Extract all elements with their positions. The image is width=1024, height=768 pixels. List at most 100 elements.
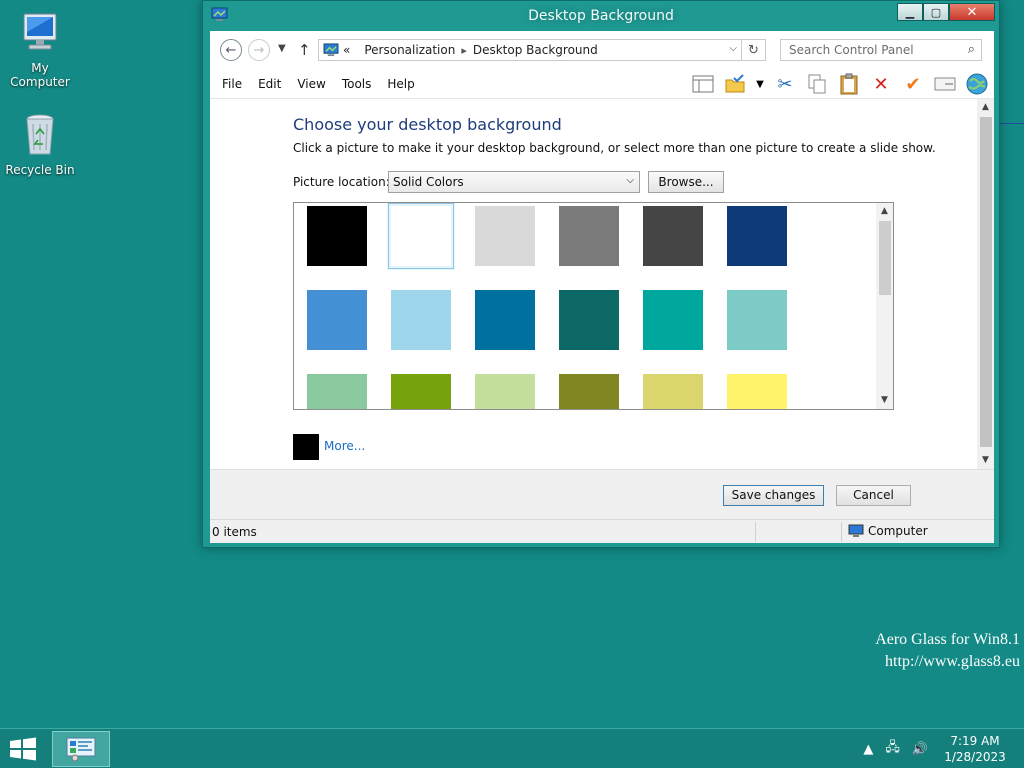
color-swatch-grid: ▲ ▼ [293,202,894,410]
more-link[interactable]: More... [324,439,365,453]
folder-options-dropdown[interactable]: ▼ [754,71,766,97]
status-divider [841,522,842,542]
recycle-bin-icon [26,114,54,155]
color-swatch[interactable] [391,374,451,409]
color-swatch[interactable] [475,206,535,266]
menu-help[interactable]: Help [379,77,422,91]
menu-edit[interactable]: Edit [250,77,289,91]
clock[interactable]: 7:19 AM 1/28/2023 [940,733,1010,765]
cut-button[interactable]: ✂ [772,71,798,97]
scroll-up-icon[interactable]: ▲ [977,99,994,116]
color-swatch[interactable] [727,206,787,266]
control-panel-icon [66,737,96,762]
color-swatch[interactable] [643,374,703,409]
color-swatch[interactable] [475,290,535,350]
clock-date: 1/28/2023 [944,750,1006,764]
details-icon [934,77,956,91]
desktop-icon-label: My Computer [10,61,70,89]
content-scrollbar[interactable]: ▲ ▼ [977,99,994,469]
computer-icon [848,524,864,537]
color-swatch[interactable] [559,206,619,266]
status-location: Computer [848,524,928,538]
toolbar: ▼ ✂ ✕ ✔ [690,71,990,97]
computer-icon [23,13,57,50]
window-client: ← → ▼ ↑ « Personalization ▸ Desktop Back… [210,31,994,543]
refresh-icon: ↻ [748,42,759,58]
cancel-button[interactable]: Cancel [836,485,911,506]
browse-button[interactable]: Browse... [648,171,724,193]
search-placeholder: Search Control Panel [789,43,914,57]
desktop-icon-my-computer[interactable]: My Computer [0,8,80,89]
chevron-right-icon: ▸ [461,43,467,57]
maximize-button[interactable]: ▢ [923,3,949,21]
scroll-thumb[interactable] [980,117,992,447]
grid-scrollbar[interactable]: ▲ ▼ [876,203,893,409]
network-icon[interactable]: 🖧 [885,738,900,760]
scroll-down-icon[interactable]: ▼ [977,452,994,469]
maximize-icon: ▢ [930,5,942,19]
picture-location-select[interactable]: Solid Colors ⌵ [388,171,640,193]
delete-button[interactable]: ✕ [868,71,894,97]
menu-view[interactable]: View [289,77,333,91]
breadcrumb-personalization[interactable]: Personalization [364,43,455,57]
color-swatch[interactable] [643,290,703,350]
system-tray: ▲ 🖧 🔊 7:19 AM 1/28/2023 [863,729,1024,768]
globe-button[interactable] [964,71,990,97]
paste-button[interactable] [836,71,862,97]
desktop-background-window: Desktop Background ▁ ▢ ✕ ← → ▼ ↑ « Perso… [202,0,1000,548]
details-button[interactable] [932,71,958,97]
color-swatch[interactable] [559,374,619,409]
menu-tools[interactable]: Tools [334,77,380,91]
address-dropdown-icon[interactable]: ⌵ [729,43,737,54]
color-swatch[interactable] [307,206,367,266]
color-swatch-selected[interactable] [388,203,454,269]
color-swatch[interactable] [727,290,787,350]
color-swatch[interactable] [643,206,703,266]
color-swatch[interactable] [475,374,535,409]
properties-button[interactable]: ✔ [900,71,926,97]
refresh-button[interactable]: ↻ [742,39,766,61]
volume-icon[interactable]: 🔊 [912,742,928,757]
copy-button[interactable] [804,71,830,97]
page-heading: Choose your desktop background [293,115,562,134]
color-swatch[interactable] [559,290,619,350]
taskbar-control-panel-button[interactable] [52,731,110,767]
breadcrumb-desktop-background[interactable]: Desktop Background [473,43,598,57]
address-bar[interactable]: « Personalization ▸ Desktop Background ⌵ [318,39,742,61]
scroll-thumb[interactable] [879,221,891,295]
content-area: Choose your desktop background Click a p… [210,99,994,469]
globe-icon [966,73,988,95]
color-swatch[interactable] [307,374,367,409]
scroll-up-icon[interactable]: ▲ [876,203,893,220]
status-divider [755,522,756,542]
scroll-down-icon[interactable]: ▼ [876,392,893,409]
search-input[interactable]: Search Control Panel ⌕ [780,39,982,61]
layout-pane-button[interactable] [690,71,716,97]
windows-start-icon[interactable] [8,737,38,761]
minimize-icon: ▁ [905,5,915,19]
watermark-line-1: Aero Glass for Win8.1 [875,631,1020,648]
color-swatch[interactable] [727,374,787,409]
checkmark-icon: ✔ [905,73,921,95]
title-bar[interactable]: Desktop Background ▁ ▢ ✕ [203,1,999,31]
watermark: Aero Glass for Win8.1 http://www.glass8.… [875,629,1020,673]
recent-locations-button[interactable]: ▼ [278,43,286,54]
minimize-button[interactable]: ▁ [897,3,923,21]
chevron-down-icon: ▼ [756,78,764,90]
back-button[interactable]: ← [220,39,242,61]
folder-options-button[interactable] [722,71,748,97]
more-color-swatch[interactable] [293,434,319,460]
color-swatch[interactable] [307,290,367,350]
up-button[interactable]: ↑ [298,41,311,59]
layout-pane-icon [692,75,714,93]
color-swatch[interactable] [391,290,451,350]
status-item-count: 0 items [212,525,257,539]
show-hidden-icons-button[interactable]: ▲ [863,742,873,757]
save-changes-button[interactable]: Save changes [723,485,824,506]
menu-file[interactable]: File [214,77,250,91]
close-button[interactable]: ✕ [949,3,995,21]
desktop-icon-recycle-bin[interactable]: Recycle Bin [0,110,80,177]
desktop-icon-label: Recycle Bin [5,163,75,177]
search-icon: ⌕ [967,42,975,57]
forward-button[interactable]: → [248,39,270,61]
